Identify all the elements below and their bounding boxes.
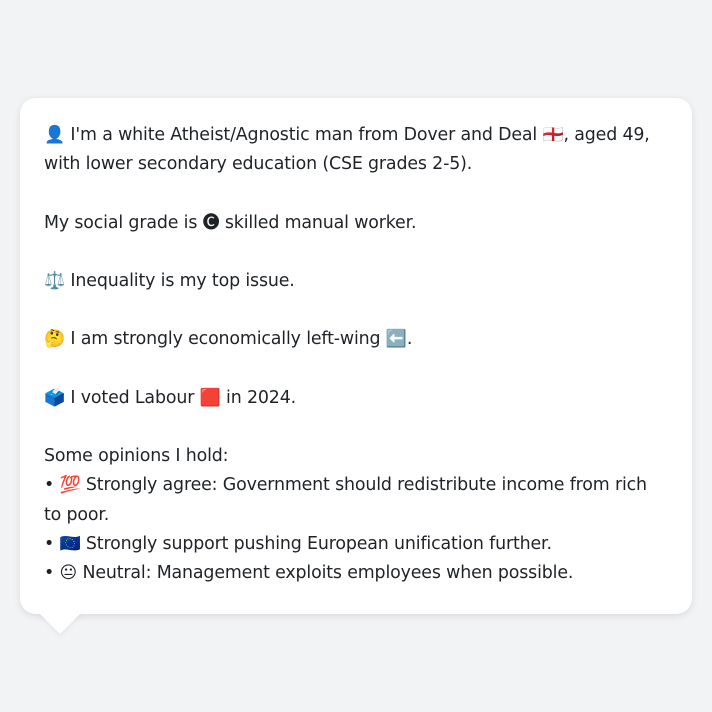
profile-message-bubble: 👤 I'm a white Atheist/Agnostic man from … (20, 98, 692, 614)
hundred-points-icon: 💯 (59, 475, 81, 496)
red-square-icon: 🟥 (199, 387, 221, 408)
england-flag-icon: 🏴󠁧󠁢󠁥󠁮󠁧󠁿 (542, 125, 564, 145)
opinion-text: Strongly agree: Government should redist… (44, 475, 647, 525)
vote-year-text: in 2024. (226, 387, 296, 408)
neutral-face-icon: 😐 (59, 562, 78, 583)
vote-line: 🗳️ I voted Labour 🟥 in 2024. (44, 384, 668, 413)
identity-text: I'm a white Atheist/Agnostic man from Do… (70, 125, 538, 145)
ballot-box-icon: 🗳️ (44, 387, 66, 408)
social-grade-line: My social grade is 🅒 skilled manual work… (44, 209, 668, 238)
bullet: • (44, 562, 55, 583)
list-item: • 😐 Neutral: Management exploits employe… (44, 559, 668, 588)
eu-flag-icon: 🇪🇺 (59, 533, 81, 554)
top-issue-text: Inequality is my top issue. (70, 270, 295, 291)
opinion-text: Strongly support pushing European unific… (85, 533, 552, 554)
grade-c-icon: 🅒 (202, 212, 220, 233)
left-arrow-icon: ⬅️ (385, 329, 407, 350)
social-grade-text: My social grade is (44, 212, 198, 233)
scales-icon: ⚖️ (44, 270, 66, 291)
vote-text: I voted Labour (70, 387, 195, 408)
opinion-text: Neutral: Management exploits employees w… (82, 562, 574, 583)
opinions-list: • 💯 Strongly agree: Government should re… (44, 471, 668, 588)
opinions-heading: Some opinions I hold: (44, 446, 229, 467)
top-issue-line: ⚖️ Inequality is my top issue. (44, 267, 668, 296)
bullet: • (44, 533, 55, 554)
list-item: • 💯 Strongly agree: Government should re… (44, 471, 668, 529)
thinking-face-icon: 🤔 (44, 329, 66, 350)
economics-line: 🤔 I am strongly economically left-wing ⬅… (44, 325, 668, 354)
list-item: • 🇪🇺 Strongly support pushing European u… (44, 530, 668, 559)
economics-text: I am strongly economically left-wing (70, 329, 381, 350)
social-grade-value: skilled manual worker. (224, 212, 417, 233)
person-icon: 👤 (44, 125, 66, 145)
bubble-tail (38, 612, 82, 634)
bullet: • (44, 475, 55, 496)
economics-suffix: . (406, 329, 413, 350)
identity-line: 👤 I'm a white Atheist/Agnostic man from … (44, 121, 668, 179)
